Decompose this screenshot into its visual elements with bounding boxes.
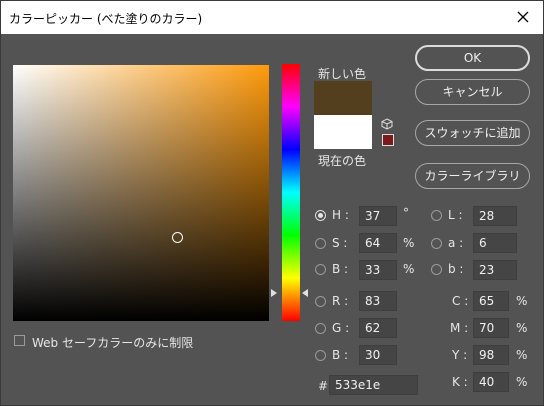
current-color-swatch[interactable] [314, 115, 372, 149]
ok-button[interactable]: OK [415, 45, 530, 71]
y-field[interactable]: 98 [473, 345, 509, 365]
y-unit: % [516, 348, 528, 362]
r-field[interactable]: 83 [359, 291, 397, 311]
a-radio[interactable] [431, 238, 442, 249]
c-field[interactable]: 65 [473, 291, 509, 311]
y-label: Y : [452, 348, 468, 362]
web-safe-label: Web セーフカラーのみに制限 [32, 336, 194, 350]
b-radio[interactable] [315, 264, 326, 275]
k-unit: % [516, 375, 528, 389]
lab-b-field[interactable]: 23 [473, 260, 517, 280]
m-label: M : [450, 321, 469, 335]
c-label: C : [452, 294, 469, 308]
s-unit: % [403, 236, 415, 250]
r-label: R : [332, 294, 349, 308]
g-label: G : [332, 321, 350, 335]
hue-slider-handle-right[interactable] [302, 289, 308, 297]
lab-b-radio[interactable] [431, 264, 442, 275]
close-button[interactable] [509, 4, 537, 30]
color-libraries-button[interactable]: カラーライブラリ [415, 163, 530, 189]
hex-field[interactable]: 533e1e [329, 375, 418, 395]
color-field-cursor[interactable] [172, 232, 183, 243]
hue-slider[interactable] [282, 64, 300, 321]
l-field[interactable]: 28 [473, 206, 517, 226]
new-color-label: 新しい色 [318, 67, 367, 81]
r-radio[interactable] [315, 296, 326, 307]
b-field[interactable]: 33 [359, 260, 397, 280]
rgb-b-radio[interactable] [315, 350, 326, 361]
title-bar: カラーピッカー (べた塗りのカラー) [1, 1, 543, 34]
c-unit: % [516, 294, 528, 308]
new-color-swatch [314, 81, 372, 115]
a-field[interactable]: 6 [473, 233, 517, 253]
m-unit: % [516, 321, 528, 335]
cancel-button[interactable]: キャンセル [415, 79, 530, 105]
g-field[interactable]: 62 [359, 318, 397, 338]
k-field[interactable]: 40 [473, 372, 509, 392]
web-safe-cube-icon[interactable] [381, 118, 393, 130]
h-label: H : [332, 208, 349, 222]
s-label: S : [332, 236, 348, 250]
hue-slider-handle-left[interactable] [271, 289, 277, 297]
gamut-warning-swatch[interactable] [382, 134, 394, 146]
h-field[interactable]: 37 [359, 206, 397, 226]
s-field[interactable]: 64 [359, 233, 397, 253]
current-color-label: 現在の色 [318, 154, 367, 168]
color-picker-dialog: カラーピッカー (べた塗りのカラー) 新しい色 現在の色 OK キャンセル スウ… [0, 0, 544, 406]
rgb-b-label: B : [332, 348, 349, 362]
l-radio[interactable] [431, 210, 442, 221]
g-radio[interactable] [315, 323, 326, 334]
k-label: K : [452, 375, 468, 389]
l-label: L : [448, 208, 463, 222]
m-field[interactable]: 70 [473, 318, 509, 338]
close-icon [517, 11, 529, 23]
window-title: カラーピッカー (べた塗りのカラー) [9, 12, 203, 26]
add-to-swatches-button[interactable]: スウォッチに追加 [415, 120, 530, 146]
color-field[interactable] [13, 65, 269, 321]
web-safe-checkbox[interactable] [14, 335, 25, 346]
hex-label: # [318, 379, 329, 393]
a-label: a : [448, 236, 464, 250]
rgb-b-field[interactable]: 30 [359, 345, 397, 365]
b-unit: % [403, 262, 415, 276]
h-unit: ° [403, 206, 409, 220]
b-label: B : [332, 262, 349, 276]
s-radio[interactable] [315, 238, 326, 249]
lab-b-label: b : [448, 262, 464, 276]
h-radio[interactable] [315, 210, 326, 221]
